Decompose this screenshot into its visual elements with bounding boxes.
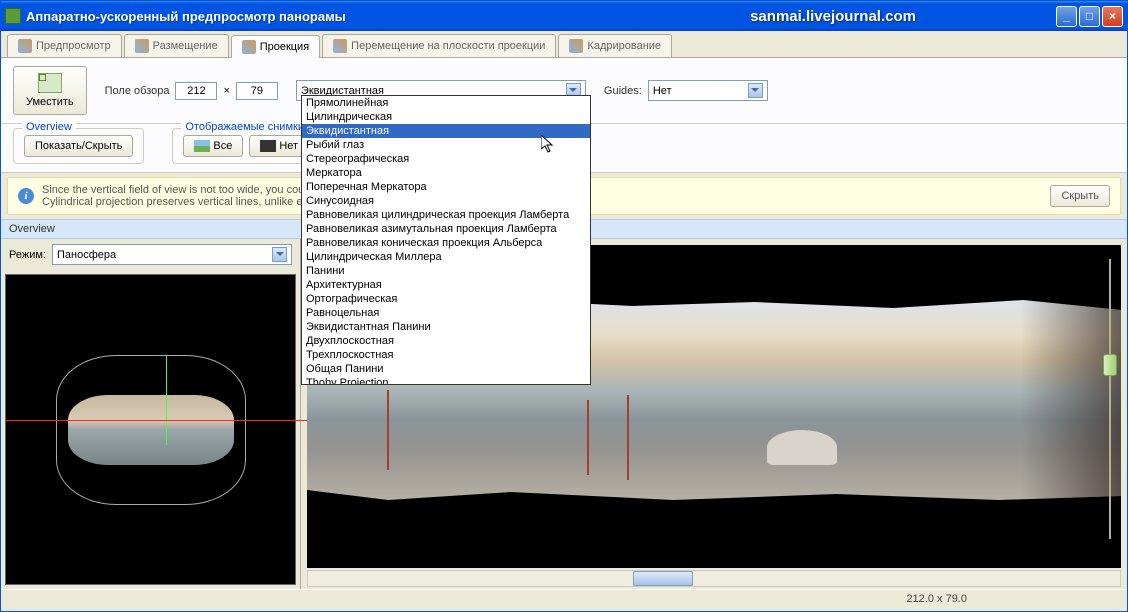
slider-handle[interactable] xyxy=(1103,354,1117,376)
guides-combo[interactable]: Нет xyxy=(648,80,768,101)
tab-icon xyxy=(333,39,347,53)
tab-icon xyxy=(242,40,256,54)
guides-label: Guides: xyxy=(604,85,642,97)
overview-group: Overview Показать/Скрыть xyxy=(13,128,144,164)
mode-value: Паносфера xyxy=(57,249,116,261)
displayed-group-title: Отображаемые снимки xyxy=(181,121,308,133)
none-icon xyxy=(260,140,276,152)
tab-label: Кадрирование xyxy=(587,40,661,52)
projection-option[interactable]: Thoby Projection xyxy=(302,376,590,385)
horizon-guide xyxy=(6,420,315,421)
minimize-button[interactable]: _ xyxy=(1056,6,1077,27)
projection-option[interactable]: Равновеликая цилиндрическая проекция Лам… xyxy=(302,208,590,222)
all-icon xyxy=(194,140,210,152)
info-icon: i xyxy=(18,188,34,204)
projection-option[interactable]: Двухплоскостная xyxy=(302,334,590,348)
app-window: Аппаратно-ускоренный предпросмотр панора… xyxy=(0,0,1128,612)
projection-option[interactable]: Панини xyxy=(302,264,590,278)
toggle-overview-button[interactable]: Показать/Скрыть xyxy=(24,135,133,157)
projection-option[interactable]: Синусоидная xyxy=(302,194,590,208)
chevron-down-icon xyxy=(748,83,763,98)
projection-dropdown[interactable]: ПрямолинейнаяЦилиндрическаяЭквидистантна… xyxy=(301,95,591,385)
status-fov: 212.0 x 79.0 xyxy=(906,593,967,605)
chevron-down-icon xyxy=(272,247,287,262)
tab-label: Проекция xyxy=(260,41,309,53)
window-title: Аппаратно-ускоренный предпросмотр панора… xyxy=(26,9,750,24)
maximize-button[interactable]: □ xyxy=(1079,6,1100,27)
tab-0[interactable]: Предпросмотр xyxy=(7,34,122,57)
overview-canvas[interactable] xyxy=(5,274,296,585)
vertical-fov-slider[interactable] xyxy=(1103,259,1117,539)
tab-2[interactable]: Проекция xyxy=(231,35,320,58)
tab-label: Перемещение на плоскости проекции xyxy=(351,40,545,52)
projection-option[interactable]: Архитектурная xyxy=(302,278,590,292)
guides-value: Нет xyxy=(653,85,672,97)
projection-option[interactable]: Цилиндрическая xyxy=(302,110,590,124)
overview-thumbnail xyxy=(68,395,234,465)
projection-option[interactable]: Равновеликая коническая проекция Альберс… xyxy=(302,236,590,250)
tab-icon xyxy=(18,39,32,53)
projection-option[interactable]: Равноцельная xyxy=(302,306,590,320)
tab-label: Размещение xyxy=(153,40,218,52)
fit-icon xyxy=(38,73,62,93)
fov-width-input[interactable] xyxy=(175,82,217,100)
hide-info-button[interactable]: Скрыть xyxy=(1050,185,1110,207)
watermark-text: sanmai.livejournal.com xyxy=(750,8,916,25)
fov-height-input[interactable] xyxy=(236,82,278,100)
tab-1[interactable]: Размещение xyxy=(124,34,229,57)
fit-label: Уместить xyxy=(26,96,74,108)
titlebar[interactable]: Аппаратно-ускоренный предпросмотр панора… xyxy=(1,1,1127,31)
tab-icon xyxy=(569,39,583,53)
fov-label: Поле обзора xyxy=(105,85,170,97)
close-button[interactable]: × xyxy=(1102,6,1123,27)
overview-mode-combo[interactable]: Паносфера xyxy=(52,244,292,265)
projection-option[interactable]: Ортографическая xyxy=(302,292,590,306)
displayed-images-group: Отображаемые снимки Все Нет xyxy=(172,128,320,164)
fov-sep: × xyxy=(223,85,229,97)
status-bar: 212.0 x 79.0 xyxy=(1,589,1127,608)
projection-option[interactable]: Цилиндрическая Миллера xyxy=(302,250,590,264)
projection-option[interactable]: Общая Панини xyxy=(302,362,590,376)
projection-option[interactable]: Трехплоскостная xyxy=(302,348,590,362)
projection-option[interactable]: Прямолинейная xyxy=(302,96,590,110)
projection-option[interactable]: Равновеликая азимутальная проекция Ламбе… xyxy=(302,222,590,236)
projection-option[interactable]: Рыбий глаз xyxy=(302,138,590,152)
tab-3[interactable]: Перемещение на плоскости проекции xyxy=(322,34,556,57)
yaw-guide xyxy=(166,355,167,445)
info-text-1: Since the vertical field of view is not … xyxy=(42,184,317,196)
projection-option[interactable]: Стереографическая xyxy=(302,152,590,166)
info-text-2: Cylindrical projection preserves vertica… xyxy=(42,196,317,208)
projection-option[interactable]: Меркатора xyxy=(302,166,590,180)
projection-option[interactable]: Эквидистантная xyxy=(302,124,590,138)
tab-label: Предпросмотр xyxy=(36,40,111,52)
projection-option[interactable]: Поперечная Меркатора xyxy=(302,180,590,194)
overview-pane: Режим: Паносфера xyxy=(1,239,301,589)
tab-4[interactable]: Кадрирование xyxy=(558,34,672,57)
overview-group-title: Overview xyxy=(22,121,76,133)
projection-option[interactable]: Эквидистантная Панини xyxy=(302,320,590,334)
fit-button[interactable]: Уместить xyxy=(13,66,87,115)
show-all-button[interactable]: Все xyxy=(183,135,243,157)
app-icon xyxy=(5,8,21,24)
mode-label: Режим: xyxy=(9,249,46,261)
horizontal-fov-slider[interactable] xyxy=(307,570,1121,587)
tab-strip: Предпросмотр Размещение Проекция Перемещени… xyxy=(1,31,1127,58)
tab-icon xyxy=(135,39,149,53)
slider-thumb[interactable] xyxy=(633,571,693,586)
